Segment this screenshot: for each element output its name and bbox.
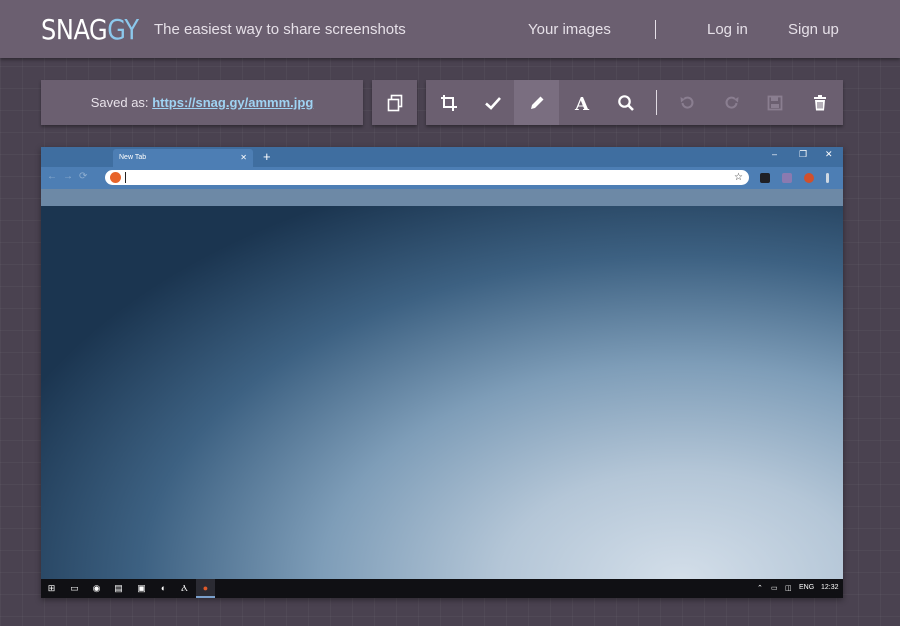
saved-as-label: Saved as: (90, 95, 149, 110)
windows-start-icon: ⊞ (47, 583, 56, 593)
app-icon: ◐ (160, 583, 167, 593)
svg-text:A: A (574, 94, 590, 112)
crop-icon (440, 94, 457, 111)
text-icon: A (574, 94, 590, 112)
undo-icon (680, 96, 693, 109)
crop-button[interactable] (426, 80, 471, 125)
bookmarks-bar (41, 189, 843, 206)
browser-tab-strip: New Tab ✕ + – ❐ ✕ (41, 147, 843, 167)
copy-panel (372, 80, 417, 125)
tray-chevron-icon: ⌃ (757, 585, 763, 592)
logo-part-1: SNAG (41, 13, 108, 46)
logo[interactable]: SNAGGY (41, 13, 139, 46)
browser-tab: New Tab ✕ (113, 149, 253, 167)
site-icon (110, 172, 121, 183)
tray-time: 12:32 (821, 584, 839, 591)
taskbar: ⊞ ▭ ◉ ▤ ▣ ◐ Ⲁ ● ⌃ ▭ ◫ ◁ ENG 12:32 (41, 579, 843, 598)
site-header: SNAGGY The easiest way to share screensh… (0, 0, 900, 58)
app-icon: Ⲁ (181, 583, 188, 593)
file-explorer-icon: ▭ (70, 583, 79, 593)
toolbar-divider (656, 90, 657, 115)
trash-icon (813, 94, 826, 110)
undo-button[interactable] (664, 80, 709, 125)
save-icon (767, 95, 782, 110)
tray-language: ENG (799, 584, 815, 591)
text-caret (125, 172, 126, 183)
app-icon: ◉ (92, 583, 101, 593)
extension-icon (760, 173, 770, 183)
copy-icon (387, 94, 402, 111)
browser-tab-title: New Tab (119, 154, 147, 161)
zoom-button[interactable] (603, 80, 648, 125)
tools-panel: A (426, 80, 843, 125)
browser-toolbar: ←→⟳ ☆ (41, 167, 843, 189)
pencil-button[interactable] (514, 80, 559, 125)
word-icon: ▤ (114, 583, 123, 593)
tagline: The easiest way to share screenshots (154, 21, 406, 38)
copy-button[interactable] (372, 80, 417, 125)
nav-arrows-icon: ←→⟳ (47, 171, 94, 182)
logo-part-2: GY (107, 13, 139, 46)
check-icon (484, 96, 501, 110)
text-button[interactable]: A (559, 80, 604, 125)
tab-close-icon: ✕ (240, 153, 247, 162)
saved-as-panel: Saved as: https://snag.gy/ammm.jpg (41, 80, 363, 125)
confirm-button[interactable] (470, 80, 515, 125)
network-icon: ◫ (785, 585, 792, 592)
extension-icon (782, 173, 792, 183)
menu-dots-icon (826, 173, 829, 183)
delete-button[interactable] (797, 80, 842, 125)
battery-icon: ▭ (771, 585, 778, 592)
redo-icon (725, 96, 738, 109)
zoom-icon (617, 94, 634, 111)
app-icon: ▣ (137, 583, 146, 593)
nav-log-in[interactable]: Log in (707, 21, 748, 38)
star-icon: ☆ (734, 172, 743, 183)
desktop-wallpaper (41, 206, 843, 579)
chrome-icon: ● (202, 583, 209, 593)
pencil-icon (530, 96, 543, 109)
new-tab-icon: + (263, 149, 271, 164)
redo-button[interactable] (709, 80, 754, 125)
maximize-icon: ❐ (799, 149, 808, 159)
window-close-icon: ✕ (825, 149, 833, 159)
screenshot-canvas[interactable]: New Tab ✕ + – ❐ ✕ ←→⟳ ☆ ⊞ ▭ ◉ ▤ ▣ ◐ Ⲁ ● … (41, 147, 843, 598)
nav-sign-up[interactable]: Sign up (788, 21, 839, 38)
minimize-icon: – (772, 149, 778, 159)
nav-your-images[interactable]: Your images (528, 21, 611, 38)
nav-divider (655, 20, 656, 39)
address-bar: ☆ (105, 170, 749, 185)
save-button[interactable] (752, 80, 797, 125)
saved-url-link[interactable]: https://snag.gy/ammm.jpg (152, 95, 313, 110)
extension-icon (804, 173, 814, 183)
